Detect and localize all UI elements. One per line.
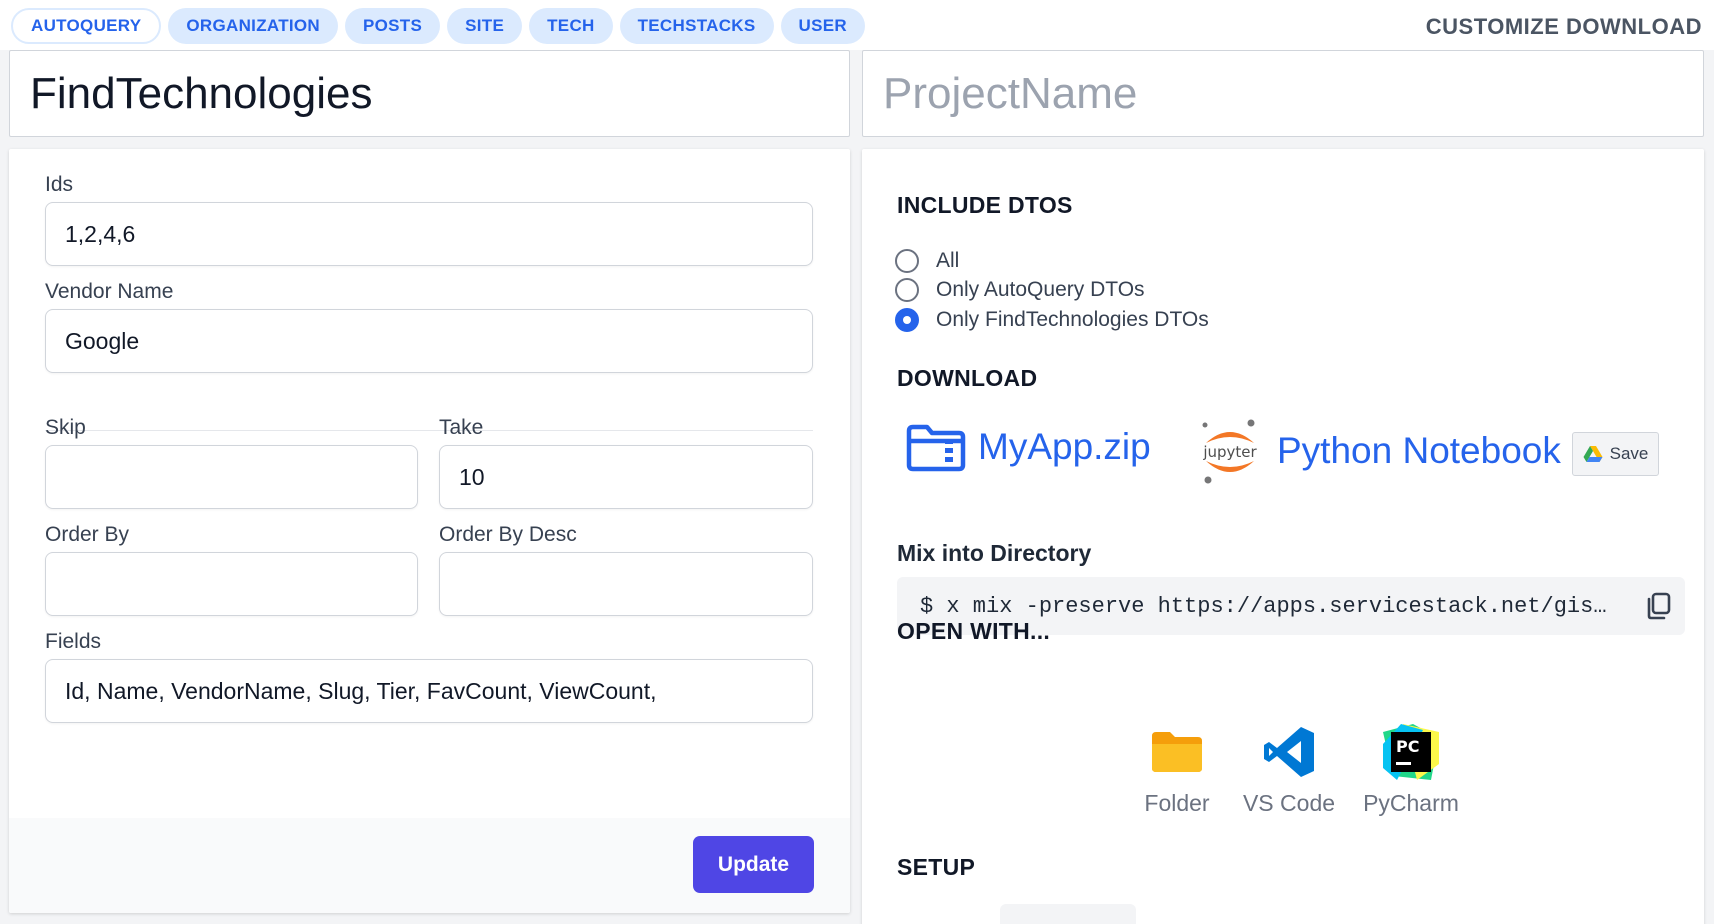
update-button[interactable]: Update — [693, 836, 814, 893]
project-name-input[interactable]: ProjectName — [862, 50, 1704, 137]
mix-label: Mix into Directory — [897, 540, 1092, 566]
radio-operation-circle[interactable] — [895, 308, 919, 332]
request-form: Ids Vendor Name Skip Take Order By Order… — [9, 149, 850, 913]
tab-techstacks[interactable]: TECHSTACKS — [619, 8, 774, 44]
form-footer: Update — [9, 818, 850, 913]
order-by-input[interactable] — [45, 552, 418, 616]
tab-autoquery[interactable]: AUTOQUERY — [11, 8, 162, 44]
save-to-drive-button[interactable]: Save — [1572, 432, 1659, 476]
pycharm-icon: PC — [1383, 724, 1439, 780]
radio-all-circle[interactable] — [895, 249, 919, 273]
open-with-pycharm[interactable]: PC PyCharm — [1349, 724, 1473, 817]
open-with-vscode[interactable]: VS Code — [1229, 724, 1349, 817]
open-vscode-label: VS Code — [1242, 790, 1336, 816]
tag-tabs: AUTOQUERY ORGANIZATION POSTS SITE TECH T… — [11, 8, 865, 44]
radio-all-label: All — [936, 249, 960, 272]
customize-download-link[interactable]: CUSTOMIZE DOWNLOAD — [1426, 14, 1702, 40]
open-with-heading: OPEN WITH... — [897, 618, 1051, 644]
divider — [45, 430, 813, 431]
skip-input[interactable] — [45, 445, 418, 509]
zip-folder-icon — [906, 424, 966, 472]
download-zip-link[interactable]: MyApp.zip — [905, 421, 1151, 473]
download-heading: DOWNLOAD — [897, 365, 1038, 391]
tab-posts[interactable]: POSTS — [345, 8, 441, 44]
setup-heading: SETUP — [897, 854, 976, 880]
python-notebook-link[interactable]: jupyter Python Notebook — [1196, 417, 1561, 485]
vendor-name-input[interactable] — [45, 309, 813, 373]
take-label: Take — [439, 416, 484, 439]
jupyter-logo-text: jupyter — [1202, 443, 1257, 461]
tab-user[interactable]: USER — [780, 8, 865, 44]
open-folder-label: Folder — [1144, 790, 1210, 816]
tab-tech[interactable]: TECH — [529, 8, 613, 44]
order-by-desc-input[interactable] — [439, 552, 813, 616]
open-pycharm-label: PyCharm — [1363, 790, 1459, 816]
skip-label: Skip — [45, 416, 86, 439]
radio-autoquery-circle[interactable] — [895, 278, 919, 302]
ids-label: Ids — [45, 173, 74, 196]
customize-panel: INCLUDE DTOS All Only AutoQuery DTOs Onl… — [862, 149, 1704, 924]
download-zip-label: MyApp.zip — [978, 426, 1151, 467]
python-notebook-label: Python Notebook — [1277, 430, 1561, 471]
folder-icon — [1152, 732, 1202, 772]
ids-input[interactable] — [45, 202, 813, 266]
vendor-name-label: Vendor Name — [45, 280, 174, 303]
mix-command: $ x mix -preserve https://apps.servicest… — [920, 593, 1610, 619]
save-label: Save — [1609, 444, 1649, 463]
operation-title: FindTechnologies — [9, 50, 850, 137]
radio-autoquery-label: Only AutoQuery DTOs — [936, 278, 1145, 301]
svg-text:PC: PC — [1396, 737, 1419, 756]
radio-autoquery-dtos[interactable]: Only AutoQuery DTOs — [895, 278, 1145, 302]
copy-icon[interactable] — [1643, 591, 1673, 621]
take-input[interactable] — [439, 445, 813, 509]
radio-operation-dtos[interactable]: Only FindTechnologies DTOs — [895, 308, 1209, 332]
order-by-desc-label: Order By Desc — [439, 523, 577, 546]
order-by-label: Order By — [45, 523, 130, 546]
top-bar: AUTOQUERY ORGANIZATION POSTS SITE TECH T… — [0, 0, 1714, 50]
open-with-folder[interactable]: Folder — [1127, 724, 1227, 817]
radio-all[interactable]: All — [895, 249, 959, 273]
tab-site[interactable]: SITE — [447, 8, 523, 44]
fields-input[interactable] — [45, 659, 813, 723]
jupyter-icon: jupyter — [1202, 419, 1258, 484]
include-dtos-heading: INCLUDE DTOS — [897, 192, 1073, 218]
vscode-icon — [1264, 727, 1314, 777]
google-drive-icon — [1583, 446, 1603, 462]
radio-operation-label: Only FindTechnologies DTOs — [936, 308, 1209, 331]
tab-organization[interactable]: ORGANIZATION — [168, 8, 338, 44]
setup-tab-stub[interactable] — [1000, 904, 1136, 924]
fields-label: Fields — [45, 630, 102, 653]
